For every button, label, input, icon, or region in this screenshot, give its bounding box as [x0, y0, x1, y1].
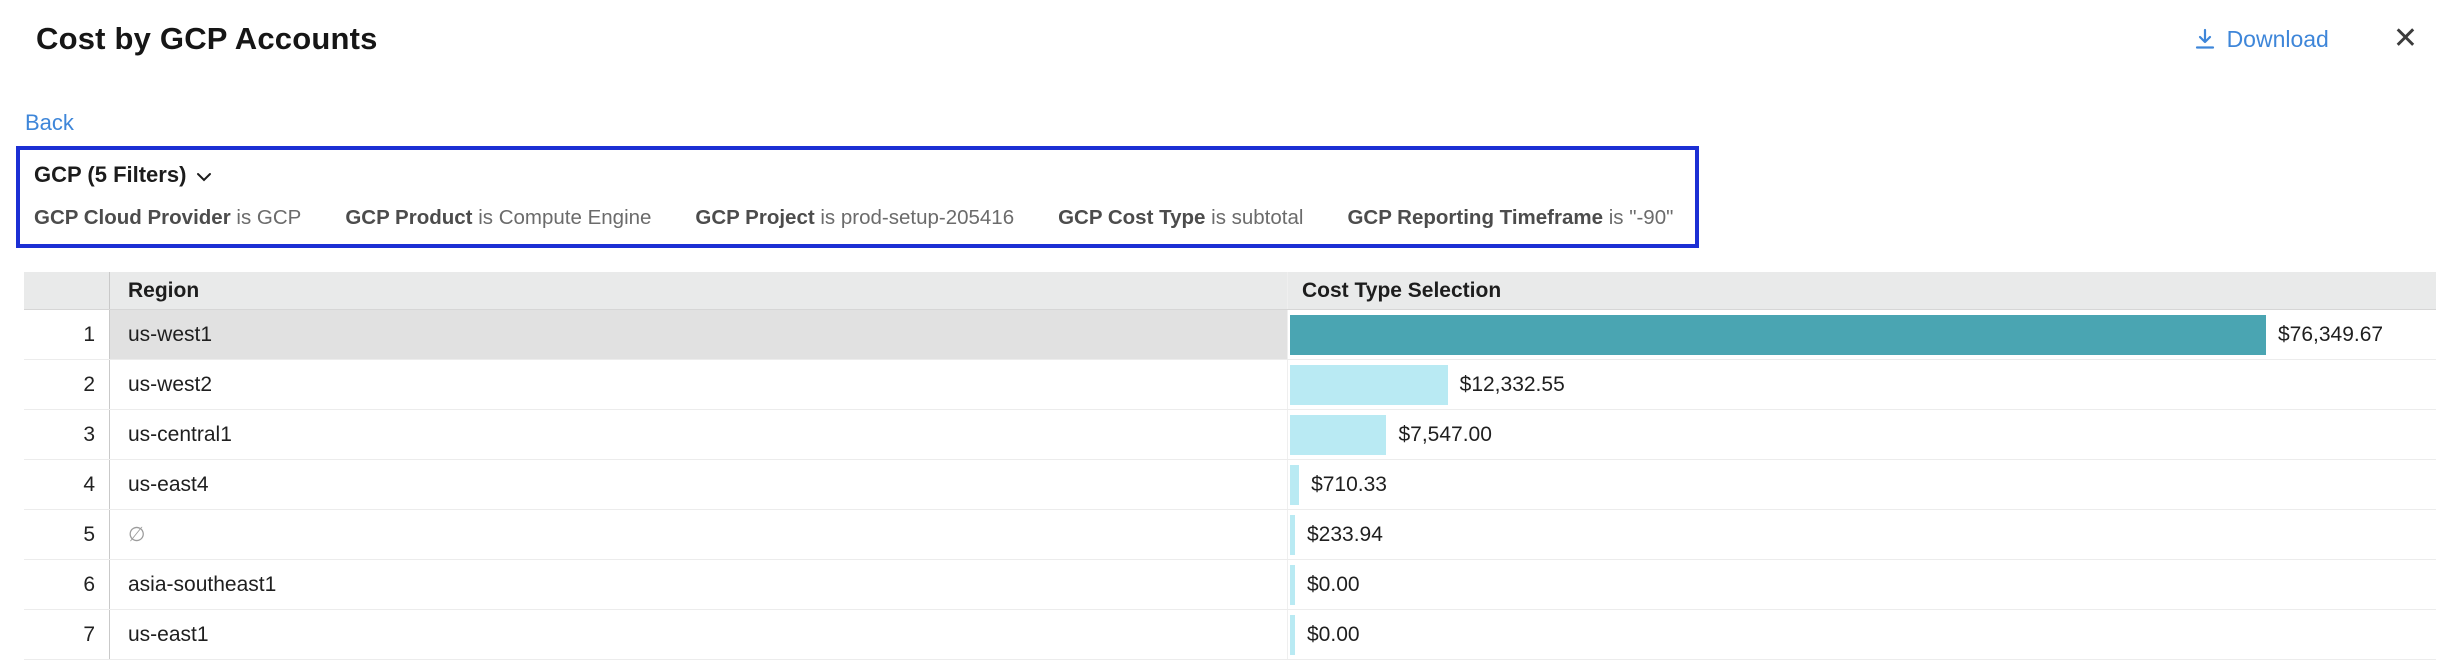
filter-field-name: GCP Cost Type	[1058, 206, 1205, 229]
row-number: 5	[24, 510, 110, 559]
cost-cell[interactable]: $0.00	[1288, 610, 2436, 659]
filter-field-name: GCP Project	[695, 206, 814, 229]
table-row: 7 us-east1 $0.00	[24, 610, 2436, 660]
filter-field-name: GCP Cloud Provider	[34, 206, 231, 229]
back-link[interactable]: Back	[25, 110, 74, 136]
cost-bar[interactable]	[1290, 615, 1295, 655]
cost-cell[interactable]: $76,349.67	[1288, 310, 2436, 359]
region-cell[interactable]: ∅	[110, 510, 1288, 559]
filter-item[interactable]: GCP Project is prod-setup-205416	[695, 206, 1014, 230]
region-column-header[interactable]: Region	[110, 272, 1288, 309]
filter-condition: is GCP	[231, 206, 302, 229]
cost-column-header[interactable]: Cost Type Selection	[1288, 272, 2436, 309]
cost-bar[interactable]	[1290, 515, 1295, 555]
row-number: 1	[24, 310, 110, 359]
cost-bar[interactable]	[1290, 315, 2266, 355]
cost-value-label: $0.00	[1307, 573, 1360, 597]
cost-cell[interactable]: $710.33	[1288, 460, 2436, 509]
download-button[interactable]: Download	[2193, 26, 2329, 53]
results-table: Region Cost Type Selection 1 us-west1 $7…	[24, 272, 2436, 660]
region-value: asia-southeast1	[128, 573, 276, 597]
region-value: us-east1	[128, 623, 209, 647]
region-value: ∅	[128, 522, 145, 547]
cost-cell[interactable]: $233.94	[1288, 510, 2436, 559]
region-cell[interactable]: us-east1	[110, 610, 1288, 659]
table-row: 4 us-east4 $710.33	[24, 460, 2436, 510]
region-value: us-east4	[128, 473, 209, 497]
region-cell[interactable]: us-west2	[110, 360, 1288, 409]
filter-condition: is "-90"	[1603, 206, 1673, 229]
row-number: 3	[24, 410, 110, 459]
window-header: Cost by GCP Accounts Download ✕	[0, 0, 2448, 58]
table-row: 3 us-central1 $7,547.00	[24, 410, 2436, 460]
cost-value-label: $0.00	[1307, 623, 1360, 647]
cost-cell[interactable]: $12,332.55	[1288, 360, 2436, 409]
row-number-header	[24, 272, 110, 309]
close-icon[interactable]: ✕	[2385, 20, 2426, 58]
table-header-row: Region Cost Type Selection	[24, 272, 2436, 310]
region-value: us-central1	[128, 423, 232, 447]
filter-field-name: GCP Product	[345, 206, 472, 229]
row-number: 2	[24, 360, 110, 409]
cost-value-label: $12,332.55	[1460, 373, 1565, 397]
download-label: Download	[2227, 26, 2329, 53]
region-cell[interactable]: us-central1	[110, 410, 1288, 459]
filter-item[interactable]: GCP Cloud Provider is GCP	[34, 206, 301, 230]
page-title: Cost by GCP Accounts	[36, 21, 378, 57]
cost-value-label: $76,349.67	[2278, 323, 2383, 347]
cost-bar[interactable]	[1290, 565, 1295, 605]
region-cell[interactable]: asia-southeast1	[110, 560, 1288, 609]
table-body: 1 us-west1 $76,349.67 2 us-west2 $12,332…	[24, 310, 2436, 660]
cost-value-label: $710.33	[1311, 473, 1387, 497]
filter-item[interactable]: GCP Cost Type is subtotal	[1058, 206, 1303, 230]
table-row: 2 us-west2 $12,332.55	[24, 360, 2436, 410]
filter-summary-label: GCP (5 Filters)	[34, 162, 186, 188]
filter-list: GCP Cloud Provider is GCP GCP Product is…	[30, 206, 1673, 230]
cost-bar[interactable]	[1290, 415, 1386, 455]
table-row: 1 us-west1 $76,349.67	[24, 310, 2436, 360]
filter-item[interactable]: GCP Product is Compute Engine	[345, 206, 651, 230]
row-number: 4	[24, 460, 110, 509]
filter-box: GCP (5 Filters) GCP Cloud Provider is GC…	[16, 146, 1699, 248]
cost-cell[interactable]: $7,547.00	[1288, 410, 2436, 459]
table-row: 6 asia-southeast1 $0.00	[24, 560, 2436, 610]
table-row: 5 ∅ $233.94	[24, 510, 2436, 560]
region-cell[interactable]: us-east4	[110, 460, 1288, 509]
filter-condition: is subtotal	[1205, 206, 1303, 229]
filter-field-name: GCP Reporting Timeframe	[1347, 206, 1603, 229]
chevron-down-icon	[196, 162, 212, 188]
cost-bar[interactable]	[1290, 465, 1299, 505]
cost-bar[interactable]	[1290, 365, 1448, 405]
filter-condition: is Compute Engine	[473, 206, 652, 229]
region-cell[interactable]: us-west1	[110, 310, 1288, 359]
cost-value-label: $233.94	[1307, 523, 1383, 547]
cost-value-label: $7,547.00	[1398, 423, 1491, 447]
filter-condition: is prod-setup-205416	[815, 206, 1014, 229]
cost-cell[interactable]: $0.00	[1288, 560, 2436, 609]
filter-item[interactable]: GCP Reporting Timeframe is "-90"	[1347, 206, 1673, 230]
region-value: us-west2	[128, 373, 212, 397]
region-value: us-west1	[128, 323, 212, 347]
row-number: 7	[24, 610, 110, 659]
filter-summary-toggle[interactable]: GCP (5 Filters)	[30, 160, 216, 190]
row-number: 6	[24, 560, 110, 609]
download-icon	[2193, 27, 2217, 51]
